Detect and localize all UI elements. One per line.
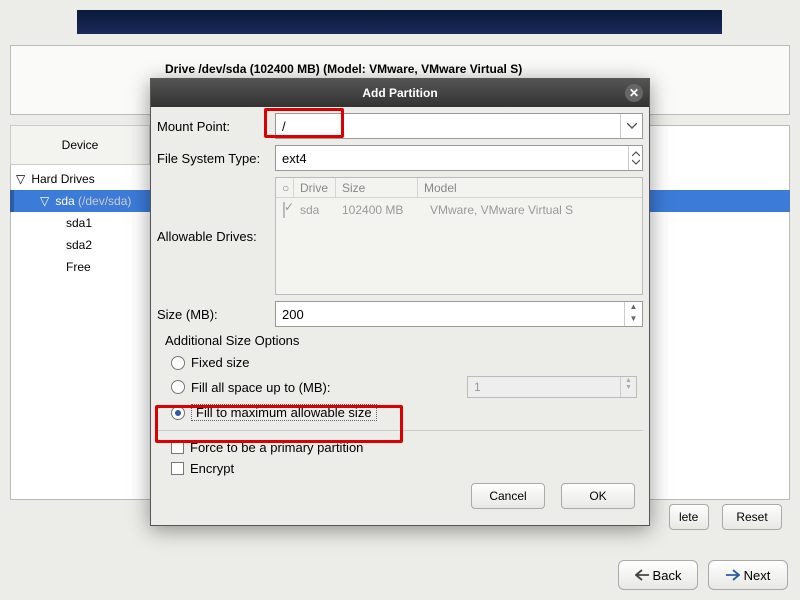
updown-icon[interactable] [628, 146, 642, 170]
close-icon[interactable]: ✕ [625, 84, 643, 102]
disclosure-triangle-icon: ▽ [16, 168, 28, 190]
device-column-header-text: Device [62, 138, 99, 152]
mount-point-row: Mount Point: / [157, 113, 643, 139]
delete-button-partial[interactable]: lete [669, 504, 709, 530]
checkbox-icon[interactable] [171, 441, 184, 454]
allowable-drives-row: Allowable Drives: ○ Drive Size Model sda… [157, 177, 643, 295]
tree-dev-path: (/dev/sda) [78, 194, 131, 208]
device-column-header: Device [10, 125, 150, 165]
fs-type-value: ext4 [282, 151, 307, 166]
arrow-left-icon [635, 569, 649, 581]
radio-fixed-size[interactable]: Fixed size [157, 352, 643, 373]
drive-row-size: 102400 MB [342, 203, 426, 217]
radio-fill-max[interactable]: Fill to maximum allowable size [157, 401, 643, 424]
size-value: 200 [282, 307, 304, 322]
ok-button[interactable]: OK [561, 483, 635, 509]
chevron-down-icon[interactable] [620, 114, 642, 138]
checkbox-icon[interactable] [171, 462, 184, 475]
allowable-drives-list[interactable]: ○ Drive Size Model sda 102400 MB VMware,… [275, 177, 643, 295]
reset-button[interactable]: Reset [722, 504, 782, 530]
tree-label: Hard Drives [31, 172, 94, 186]
mount-point-label: Mount Point: [157, 119, 275, 134]
allowable-drives-label: Allowable Drives: [157, 229, 275, 244]
tree-label: sda [55, 194, 74, 208]
check-encrypt[interactable]: Encrypt [157, 458, 643, 479]
cancel-button[interactable]: Cancel [471, 483, 545, 509]
fill-up-to-spinbox: 1 ▲ ▼ [467, 376, 637, 398]
disclosure-triangle-icon: ▽ [40, 190, 52, 212]
drives-model-header: Model [418, 178, 642, 198]
fs-type-label: File System Type: [157, 151, 275, 166]
mount-point-value: / [282, 119, 286, 134]
wizard-nav: Back Next [618, 560, 788, 590]
size-spinbox[interactable]: 200 ▲▼ [275, 301, 643, 327]
dialog-titlebar: Add Partition ✕ [151, 79, 649, 107]
table-action-buttons: lete Reset [669, 504, 782, 530]
back-label: Back [653, 568, 682, 583]
spinner-icon: ▲ ▼ [620, 377, 636, 397]
fill-up-to-value: 1 [474, 380, 481, 394]
dialog-body: Mount Point: / File System Type: ext4 Al… [151, 107, 649, 525]
arrow-right-icon [726, 569, 740, 581]
drives-list-header: ○ Drive Size Model [276, 178, 642, 198]
dialog-buttons: Cancel OK [157, 479, 643, 515]
radio-label: Fill all space up to (MB): [191, 380, 330, 395]
add-partition-dialog: Add Partition ✕ Mount Point: / File Syst… [150, 78, 650, 526]
size-label: Size (MB): [157, 307, 275, 322]
additional-size-label: Additional Size Options [165, 333, 641, 348]
drive-summary-label: Drive /dev/sda (102400 MB) (Model: VMwar… [165, 62, 522, 76]
check-force-primary[interactable]: Force to be a primary partition [157, 437, 643, 458]
size-row: Size (MB): 200 ▲▼ [157, 301, 643, 327]
drive-row-model: VMware, VMware Virtual S [426, 203, 642, 217]
drives-drive-header: Drive [294, 178, 336, 198]
mount-point-combo[interactable]: / [275, 113, 643, 139]
fs-type-combo[interactable]: ext4 [275, 145, 643, 171]
spinner-icon[interactable]: ▲▼ [624, 302, 642, 326]
dialog-title: Add Partition [362, 86, 437, 100]
next-label: Next [744, 568, 771, 583]
drives-size-header: Size [336, 178, 418, 198]
drive-row-name: sda [298, 203, 342, 217]
back-button[interactable]: Back [618, 560, 698, 590]
window-banner [77, 10, 722, 34]
drives-check-header: ○ [276, 178, 294, 198]
radio-label: Fill to maximum allowable size [191, 404, 377, 421]
drives-list-row[interactable]: sda 102400 MB VMware, VMware Virtual S [276, 198, 642, 222]
radio-label: Fixed size [191, 355, 250, 370]
drive-row-checkbox[interactable] [283, 202, 285, 218]
check-label: Encrypt [190, 461, 234, 476]
radio-icon[interactable] [171, 356, 185, 370]
radio-fill-up-to[interactable]: Fill all space up to (MB): 1 ▲ ▼ [157, 373, 643, 401]
check-label: Force to be a primary partition [190, 440, 363, 455]
fs-type-row: File System Type: ext4 [157, 145, 643, 171]
radio-icon[interactable] [171, 380, 185, 394]
radio-icon[interactable] [171, 406, 185, 420]
next-button[interactable]: Next [708, 560, 788, 590]
